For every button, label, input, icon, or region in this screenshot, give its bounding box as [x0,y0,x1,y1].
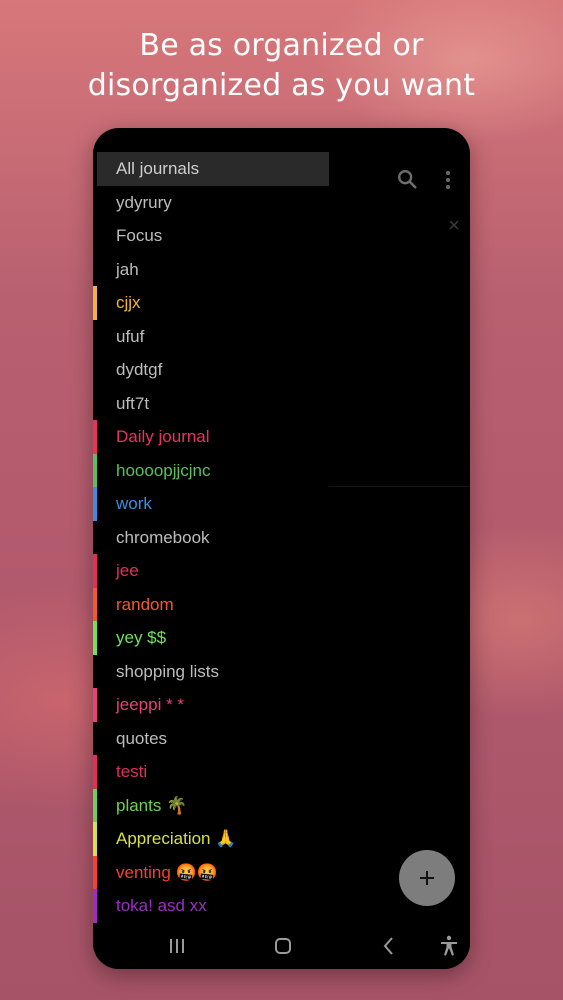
drawer-item[interactable]: venting 🤬🤬 [93,855,329,889]
drawer-item-label: uft7t [116,393,150,413]
journal-color-marker [93,487,97,521]
drawer-item[interactable]: cjjx [93,286,329,320]
more-vert-icon[interactable] [438,170,458,190]
journal-color-marker [93,822,97,856]
accessibility-icon[interactable] [437,934,461,958]
plus-icon [420,871,434,885]
headline-line-1: Be as organized or [139,28,424,63]
drawer-item-label: shopping lists [116,661,220,681]
drawer-item[interactable]: shopping lists [93,655,329,689]
drawer-item[interactable]: jeeppi * * [93,688,329,722]
drawer-item[interactable]: plants 🌴 [93,788,329,822]
drawer-item-label: plants 🌴 [116,795,188,815]
drawer-item-label: venting 🤬🤬 [116,862,218,882]
drawer-item-label: jah [116,259,139,279]
drawer-item-label: cjjx [116,293,141,312]
drawer-item[interactable]: quotes [93,722,329,756]
drawer-item[interactable]: testi [93,755,329,789]
drawer-item-label: toka! asd xx [116,896,207,915]
drawer-item-label: ufuf [116,326,145,346]
drawer-item[interactable]: jah [93,253,329,287]
journal-color-marker [93,554,97,588]
journal-color-marker [93,621,97,655]
drawer-item-label: hoooopjjcjnc [116,460,211,480]
system-nav-bar [93,924,470,969]
drawer-item-label: quotes [116,728,168,748]
headline-line-2: disorganized as you want [87,68,476,103]
drawer-item-label: ydyrury [116,192,172,212]
drawer-item[interactable]: jee [93,554,329,588]
drawer-item[interactable]: dydtgf [93,353,329,387]
journal-color-marker [93,688,97,722]
drawer-item-label: work [116,494,152,513]
drawer-item-label: jee [116,561,139,580]
drawer-item[interactable]: uft7t [93,387,329,421]
home-icon[interactable] [271,934,295,958]
drawer-item-label: chromebook [116,527,210,547]
back-icon[interactable] [377,934,401,958]
add-entry-button[interactable] [399,850,455,906]
drawer-item[interactable]: ydyrury [93,186,329,220]
search-icon[interactable] [396,168,418,190]
journal-color-marker [93,587,97,621]
drawer-item[interactable]: toka! asd xx [93,889,329,923]
drawer-item[interactable]: ufuf [93,320,329,354]
drawer-item[interactable]: hoooopjjcjnc [93,453,329,487]
drawer-item-label: dydtgf [116,360,163,379]
drawer-item-label: Daily journal [116,427,210,446]
drawer-item[interactable]: work [93,487,329,521]
phone-screen: All journals ydyrury Focus jah cjjx ufuf dydtg… [93,128,470,969]
headline: Be as organized or disorganized as you w… [0,26,563,106]
journal-color-marker [93,453,97,487]
journal-color-marker [93,889,97,923]
close-icon[interactable] [448,219,460,231]
drawer-item[interactable]: Daily journal [93,420,329,454]
drawer-item-label: jeeppi * * [116,695,185,714]
journal-drawer: All journals ydyrury Focus jah cjjx ufuf dydtg… [93,152,329,923]
drawer-item[interactable]: yey $$ [93,621,329,655]
drawer-item-label: testi [116,762,148,781]
journal-color-marker [93,755,97,789]
drawer-item[interactable]: Appreciation 🙏 [93,822,329,856]
drawer-item-label: Appreciation 🙏 [116,829,237,848]
drawer-item[interactable]: chromebook [93,521,329,555]
drawer-item-label: random [116,594,174,614]
drawer-item[interactable]: Focus [93,219,329,253]
content-divider [329,486,470,487]
drawer-item-label: Focus [116,226,163,245]
drawer-item-all-journals[interactable]: All journals [97,152,329,186]
drawer-item-label: All journals [116,159,200,178]
journal-color-marker [93,286,97,320]
recents-icon[interactable] [165,934,189,958]
journal-color-marker [93,420,97,454]
journal-color-marker [93,788,97,822]
drawer-item-label: yey $$ [116,628,167,647]
drawer-item[interactable]: random [93,587,329,621]
journal-color-marker [93,855,97,889]
